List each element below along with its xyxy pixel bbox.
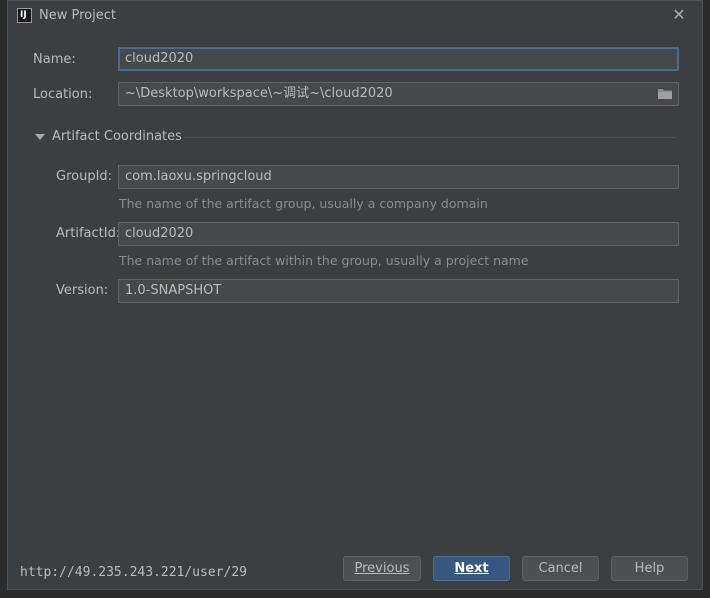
folder-icon[interactable]: [658, 88, 672, 99]
version-input[interactable]: 1.0-SNAPSHOT: [118, 279, 679, 303]
groupid-hint: The name of the artifact group, usually …: [119, 196, 488, 211]
cancel-label: Cancel: [538, 561, 583, 576]
collapse-triangle-icon[interactable]: [35, 134, 45, 140]
dialog-title: New Project: [39, 8, 116, 23]
section-separator: [184, 137, 676, 138]
version-label: Version:: [56, 283, 109, 298]
cancel-button[interactable]: Cancel: [522, 556, 599, 581]
location-label: Location:: [33, 87, 93, 102]
name-input[interactable]: cloud2020: [118, 47, 679, 71]
help-label: Help: [634, 561, 665, 576]
artifact-coordinates-header[interactable]: Artifact Coordinates: [52, 129, 182, 144]
intellij-app-icon: IJ: [17, 8, 32, 23]
watermark-url: http://49.235.243.221/user/29: [20, 565, 247, 580]
groupid-label: GroupId:: [56, 169, 113, 184]
name-label: Name:: [33, 52, 76, 67]
next-button[interactable]: Next: [433, 556, 510, 581]
help-button[interactable]: Help: [611, 556, 688, 581]
artifactid-input[interactable]: cloud2020: [118, 222, 679, 246]
groupid-input[interactable]: com.laoxu.springcloud: [118, 165, 679, 189]
next-label: Next: [454, 561, 489, 576]
previous-button[interactable]: Previous: [343, 556, 421, 581]
previous-label: Previous: [354, 561, 410, 576]
new-project-dialog: IJ New Project ✕ Name: cloud2020 Locatio…: [7, 0, 703, 590]
background-editor-left: [0, 0, 7, 598]
location-input[interactable]: ~\Desktop\workspace\~调试~\cloud2020: [118, 82, 679, 106]
location-value: ~\Desktop\workspace\~调试~\cloud2020: [125, 86, 393, 101]
close-icon[interactable]: ✕: [670, 6, 688, 24]
title-bar: IJ New Project ✕: [8, 1, 702, 31]
artifactid-label: ArtifactId:: [56, 226, 121, 241]
artifactid-hint: The name of the artifact within the grou…: [119, 253, 529, 268]
background-editor-right: [703, 0, 710, 598]
